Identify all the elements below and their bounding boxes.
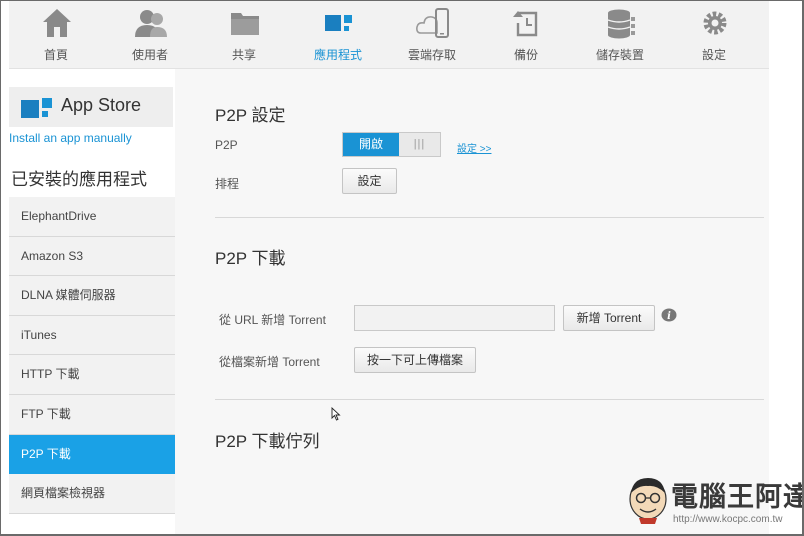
app-item-dlna[interactable]: DLNA 媒體伺服器 (9, 276, 175, 316)
sidebar: App Store Install an app manually 已安裝的應用… (9, 69, 175, 534)
add-torrent-button[interactable]: 新增 Torrent (563, 305, 655, 331)
nav-label: 使用者 (131, 48, 168, 62)
home-icon (43, 9, 71, 37)
app-store-logo-icon (21, 98, 52, 118)
top-nav: 首頁 使用者 共享 應用程式 雲端存取 備份 儲存裝置 設定 (9, 1, 769, 69)
app-store-label: App Store (61, 95, 142, 115)
schedule-label: 排程 (215, 177, 240, 191)
gear-icon (703, 11, 727, 35)
add-torrent-url-label: 從 URL 新增 Torrent (219, 313, 326, 327)
watermark-title: 電腦王阿達 (671, 482, 804, 513)
apps-icon (325, 15, 352, 31)
nav-item-backup[interactable]: 備份 (479, 1, 573, 69)
nav-label: 應用程式 (313, 48, 362, 62)
app-item-http-download[interactable]: HTTP 下載 (9, 355, 175, 395)
toggle-grip-icon: ||| (413, 138, 426, 150)
upload-file-button[interactable]: 按一下可上傳檔案 (354, 347, 476, 373)
watermark-url: http://www.kocpc.com.tw (673, 514, 783, 525)
app-item-itunes[interactable]: iTunes (9, 315, 175, 356)
app-window: 首頁 使用者 共享 應用程式 雲端存取 備份 儲存裝置 設定 App Store… (0, 0, 804, 536)
installed-app-list: ElephantDrive Amazon S3 DLNA 媒體伺服器 iTune… (9, 197, 175, 514)
nav-label: 首頁 (43, 48, 68, 62)
nav-item-cloud-access[interactable]: 雲端存取 (385, 1, 479, 69)
info-icon[interactable]: i (661, 308, 677, 322)
cloud-device-icon (416, 8, 449, 38)
nav-item-users[interactable]: 使用者 (103, 1, 197, 69)
p2p-settings-link[interactable]: 設定 >> (457, 140, 491, 155)
nav-label: 儲存裝置 (595, 48, 644, 62)
p2p-settings-title: P2P 設定 (215, 106, 286, 125)
toggle-on-label: 開啟 (343, 133, 399, 156)
section-divider (215, 217, 764, 218)
p2p-toggle[interactable]: 開啟 ||| (342, 132, 441, 157)
main-panel: P2P 設定 P2P 開啟 ||| 設定 >> 排程 設定 P2P 下載 從 U… (175, 69, 769, 534)
nav-item-storage[interactable]: 儲存裝置 (573, 1, 667, 69)
section-divider (215, 399, 764, 400)
nav-item-shares[interactable]: 共享 (197, 1, 291, 69)
users-icon (135, 10, 167, 37)
app-item-web-file-viewer[interactable]: 網頁檔案檢視器 (9, 474, 175, 514)
nav-item-home[interactable]: 首頁 (9, 1, 103, 69)
p2p-queue-title: P2P 下載佇列 (215, 432, 320, 451)
schedule-settings-button[interactable]: 設定 (342, 168, 397, 194)
nav-label: 備份 (513, 48, 538, 62)
install-app-manually-link[interactable]: Install an app manually (9, 131, 132, 145)
folder-icon (231, 13, 259, 35)
mascot-face-icon (629, 478, 667, 524)
nav-item-settings[interactable]: 設定 (667, 1, 761, 69)
nav-label: 設定 (701, 48, 726, 62)
backup-icon (513, 11, 538, 37)
add-torrent-file-label: 從檔案新增 Torrent (219, 355, 320, 369)
svg-text:i: i (667, 311, 671, 322)
app-item-amazon-s3[interactable]: Amazon S3 (9, 236, 175, 277)
watermark: 電腦王阿達 http://www.kocpc.com.tw (623, 473, 802, 529)
nav-item-apps[interactable]: 應用程式 (291, 1, 385, 69)
torrent-url-input[interactable] (354, 305, 555, 331)
app-item-ftp-download[interactable]: FTP 下載 (9, 394, 175, 435)
nav-label: 共享 (231, 48, 256, 62)
p2p-label: P2P (215, 138, 238, 152)
app-item-elephantdrive[interactable]: ElephantDrive (9, 197, 175, 237)
app-store-button[interactable]: App Store (9, 87, 173, 127)
mouse-cursor-icon (331, 407, 341, 421)
nav-label: 雲端存取 (407, 48, 456, 62)
storage-icon (607, 9, 635, 39)
installed-apps-title: 已安裝的應用程式 (11, 170, 147, 189)
p2p-download-title: P2P 下載 (215, 249, 286, 268)
app-item-p2p-download[interactable]: P2P 下載 (9, 434, 175, 475)
